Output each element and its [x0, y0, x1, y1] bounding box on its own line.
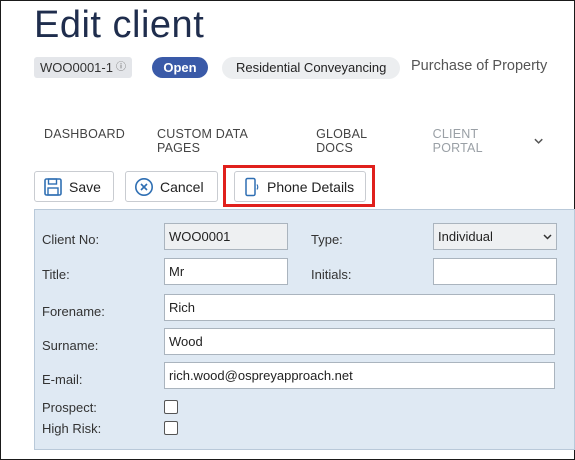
matter-description: Purchase of Property: [411, 58, 548, 74]
page-title: Edit client: [34, 4, 205, 46]
title-label: Title:: [42, 267, 70, 282]
save-icon: [44, 177, 62, 196]
email-label: E-mail:: [42, 372, 83, 387]
type-select-value: Individual: [438, 229, 493, 244]
client-no-field: WOO0001: [164, 223, 288, 250]
info-icon[interactable]: ⓘ: [116, 57, 126, 78]
nav-bar: DASHBOARD CUSTOM DATA PAGES GLOBAL DOCS …: [44, 127, 575, 155]
surname-field[interactable]: Wood: [164, 328, 555, 355]
type-label: Type:: [311, 232, 343, 247]
nav-client-portal[interactable]: CLIENT PORTAL: [433, 127, 543, 155]
nav-custom-data-pages[interactable]: CUSTOM DATA PAGES: [157, 127, 284, 155]
status-badge: Open: [152, 57, 208, 78]
email-field[interactable]: rich.wood@ospreyapproach.net: [164, 362, 555, 389]
high-risk-checkbox[interactable]: [164, 421, 178, 435]
type-select[interactable]: Individual: [433, 223, 557, 250]
title-field[interactable]: Mr: [164, 258, 288, 285]
nav-global-docs[interactable]: GLOBAL DOCS: [316, 127, 401, 155]
chevron-down-icon: [543, 233, 552, 240]
prospect-checkbox[interactable]: [164, 400, 178, 414]
prospect-label: Prospect:: [42, 400, 97, 415]
matter-type-badge: Residential Conveyancing: [222, 57, 401, 79]
highlight-box: [223, 165, 375, 207]
client-ref-text: WOO0001-1: [40, 60, 113, 75]
client-no-label: Client No:: [42, 232, 100, 247]
surname-label: Surname:: [42, 338, 99, 353]
save-button-label: Save: [69, 178, 101, 195]
chevron-down-icon: [534, 138, 543, 144]
close-circle-icon: [135, 177, 153, 196]
nav-dashboard[interactable]: DASHBOARD: [44, 127, 125, 155]
cancel-button-label: Cancel: [160, 178, 204, 195]
cancel-button[interactable]: Cancel: [125, 171, 218, 202]
forename-field[interactable]: Rich: [164, 294, 555, 321]
client-ref-badge: WOO0001-1 ⓘ: [34, 57, 132, 78]
initials-field[interactable]: [433, 258, 557, 285]
save-button[interactable]: Save: [34, 171, 114, 202]
forename-label: Forename:: [42, 304, 105, 319]
high-risk-label: High Risk:: [42, 421, 102, 436]
initials-label: Initials:: [311, 267, 352, 282]
nav-client-portal-label: CLIENT PORTAL: [432, 127, 483, 155]
